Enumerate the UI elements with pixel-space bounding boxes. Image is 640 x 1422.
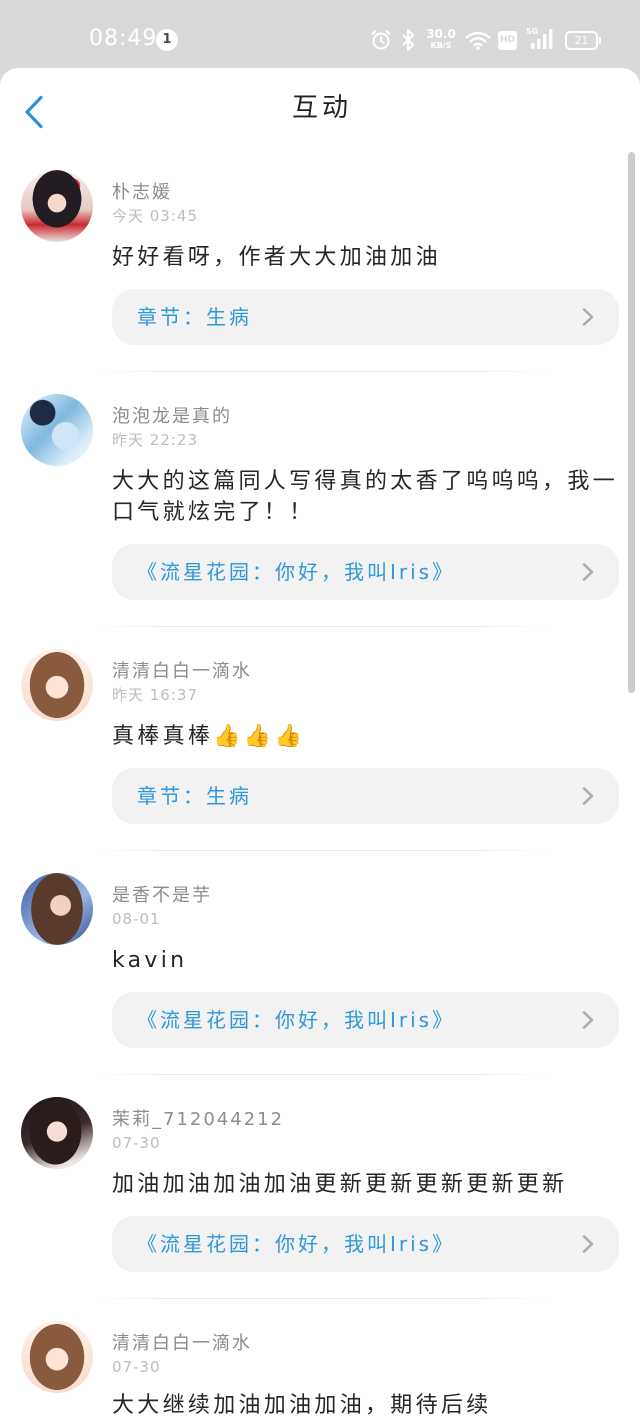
comment-time: 昨天 16:37 [112,686,198,704]
commenter-name[interactable]: 是香不是芋 [112,885,212,907]
chevron-right-icon [582,1011,594,1029]
signal-icon: 5G [526,27,554,51]
page-title: 互动 [291,93,352,123]
top-area: 08:49 1 30.0 KB/S HD 5G 21 互动 [0,0,640,148]
chapter-link[interactable]: 章节：生病 [112,289,619,345]
comment-text: 大大的这篇同人写得真的太香了呜呜呜，我一口气就炫完了！！ [112,469,619,525]
book-link-label: 《流星花园：你好，我叫Iris》 [137,1232,456,1256]
comment-item: 泡泡龙是真的 昨天 22:23 大大的这篇同人写得真的太香了呜呜呜，我一口气就炫… [0,372,640,626]
battery-level: 21 [565,31,598,50]
comment-time: 07-30 [112,1134,161,1152]
commenter-name[interactable]: 清清白白一滴水 [112,1333,252,1355]
avatar[interactable] [21,649,93,721]
comment-header: 清清白白一滴水 昨天 16:37 [0,649,640,721]
book-link[interactable]: 《流星花园：你好，我叫Iris》 [112,544,619,600]
chevron-right-icon [582,787,594,805]
notification-badge: 1 [156,29,178,51]
book-link[interactable]: 《流星花园：你好，我叫Iris》 [112,1216,619,1272]
comment-item: 茉莉_712044212 07-30 加油加油加油加油更新更新更新更新更新 《流… [0,1075,640,1298]
comment-header: 泡泡龙是真的 昨天 22:23 [0,394,640,466]
chapter-link[interactable]: 章节：生病 [112,768,619,824]
comment-list[interactable]: 朴志媛 今天 03:45 好好看呀，作者大大加油加油 章节：生病 泡泡龙是真的 … [0,148,640,1422]
top-app-bar: 互动 [0,68,640,148]
avatar[interactable] [21,1321,93,1393]
comment-item: 朴志媛 今天 03:45 好好看呀，作者大大加油加油 章节：生病 [0,148,640,371]
comment-time: 08-01 [112,910,161,928]
avatar[interactable] [21,170,93,242]
chapter-link-label: 章节：生病 [137,784,252,808]
bluetooth-icon [401,29,415,51]
book-link-label: 《流星花园：你好，我叫Iris》 [137,560,456,584]
comment-time: 昨天 22:23 [112,431,198,449]
comment-text: 真棒真棒👍👍👍 [112,724,306,749]
wifi-icon [465,31,491,50]
alarm-icon [370,29,392,51]
book-link[interactable]: 《流星花园：你好，我叫Iris》 [112,992,619,1048]
chevron-right-icon [582,563,594,581]
battery-icon: 21 [565,31,602,50]
status-bar: 08:49 1 30.0 KB/S HD 5G 21 [0,0,640,68]
battery-nub [599,37,601,44]
net-speed-unit: KB/S [430,41,452,50]
avatar[interactable] [21,1097,93,1169]
net-speed: 30.0 KB/S [423,28,459,51]
commenter-name[interactable]: 茉莉_712044212 [112,1109,284,1131]
avatar[interactable] [21,873,93,945]
book-link-label: 《流星花园：你好，我叫Iris》 [137,1008,456,1032]
commenter-name[interactable]: 朴志媛 [112,182,172,204]
chapter-link-label: 章节：生病 [137,305,252,329]
comment-text: 大大继续加油加油加油，期待后续 [112,1393,492,1418]
comment-header: 茉莉_712044212 07-30 [0,1097,640,1169]
scrollbar[interactable] [628,152,635,693]
commenter-name[interactable]: 清清白白一滴水 [112,661,252,683]
status-time: 08:49 [89,26,158,51]
comment-time: 07-30 [112,1358,161,1376]
comment-header: 是香不是芋 08-01 [0,873,640,945]
comment-header: 朴志媛 今天 03:45 [0,170,640,242]
hd-icon: HD [498,31,517,50]
avatar[interactable] [21,394,93,466]
comment-item: 是香不是芋 08-01 kavin 《流星花园：你好，我叫Iris》 [0,851,640,1074]
commenter-name[interactable]: 泡泡龙是真的 [112,406,232,428]
comment-header: 清清白白一滴水 07-30 [0,1321,640,1393]
net-speed-value: 30.0 [426,27,456,41]
chevron-right-icon [582,308,594,326]
comment-time: 今天 03:45 [112,207,198,225]
comment-item: 清清白白一滴水 07-30 大大继续加油加油加油，期待后续 [0,1299,640,1422]
comment-text: kavin [112,948,188,973]
comment-text: 加油加油加油加油更新更新更新更新更新 [112,1172,568,1197]
comment-text: 好好看呀，作者大大加油加油 [112,245,441,270]
chevron-right-icon [582,1235,594,1253]
comment-item: 清清白白一滴水 昨天 16:37 真棒真棒👍👍👍 章节：生病 [0,627,640,850]
